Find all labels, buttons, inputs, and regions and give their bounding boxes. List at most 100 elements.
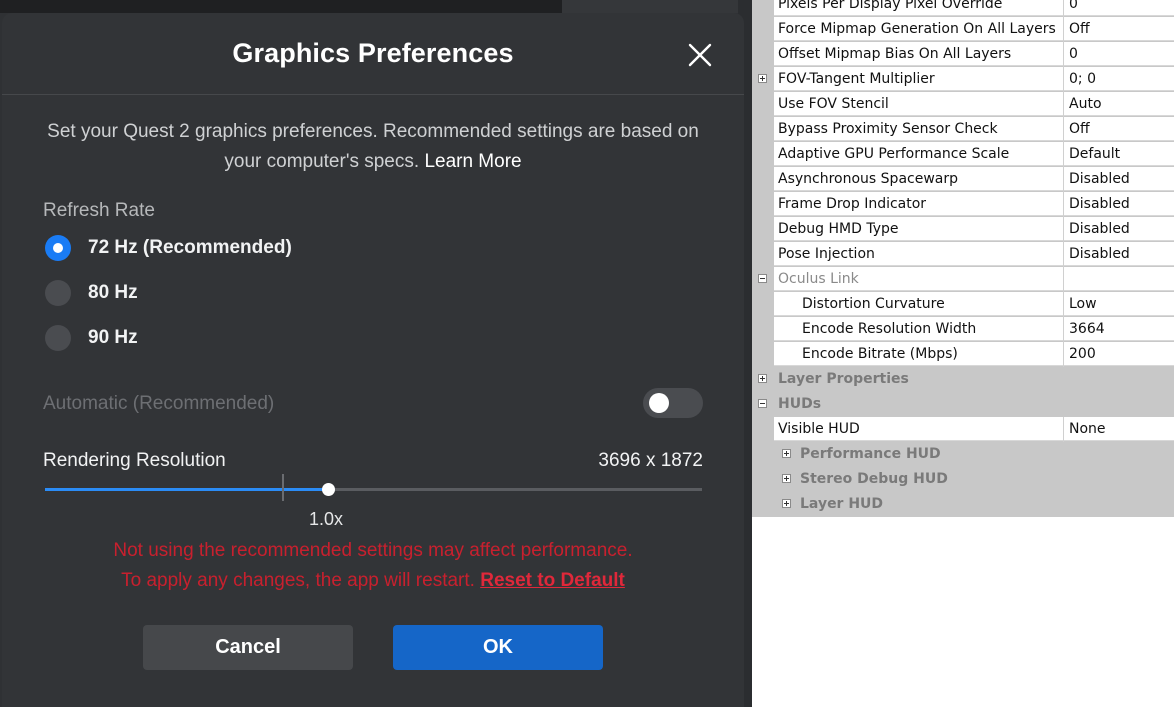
property-row[interactable]: Distortion Curvature Low [752,292,1174,317]
property-row[interactable]: Force Mipmap Generation On All Layers Off [752,17,1174,42]
property-name: Oculus Link [774,267,1063,291]
property-grid: Pixels Per Display Pixel Override 0 Force … [752,0,1174,517]
radio-button[interactable] [45,280,71,306]
property-row[interactable]: Use FOV Stencil Auto [752,92,1174,117]
rendering-resolution-value: 3696 x 1872 [598,450,703,471]
dialog-title: Graphics Preferences [232,38,514,68]
property-value[interactable]: Off [1064,17,1174,41]
property-grid-panel: Pixels Per Display Pixel Override 0 Force … [752,0,1174,707]
property-value[interactable]: Default [1064,142,1174,166]
property-value[interactable]: Auto [1064,92,1174,116]
property-row[interactable]: Pose Injection Disabled [752,242,1174,267]
slider-fill [45,488,328,491]
close-button[interactable] [684,39,716,71]
property-value[interactable]: 3664 [1064,317,1174,341]
property-name: Visible HUD [774,417,1063,441]
slider-value-label: 1.0x [309,509,344,529]
property-name: Frame Drop Indicator [774,192,1063,216]
expand-icon[interactable] [782,474,791,483]
reset-to-default-link[interactable]: Reset to Default [480,570,625,591]
expand-icon[interactable] [758,74,767,83]
property-row[interactable]: Bypass Proximity Sensor Check Off [752,117,1174,142]
property-value[interactable]: Disabled [1064,167,1174,191]
section-label: Layer Properties [778,371,909,387]
property-name: Distortion Curvature [774,292,1063,316]
property-row[interactable]: Debug HMD Type Disabled [752,217,1174,242]
property-name: Debug HMD Type [774,217,1063,241]
dialog-description: Set your Quest 2 graphics preferences. R… [42,117,704,177]
subsection-label: Performance HUD [800,446,941,462]
property-row[interactable]: Encode Bitrate (Mbps) 200 [752,342,1174,367]
property-subsection[interactable]: Layer HUD [752,492,1174,517]
slider-thumb[interactable] [322,483,335,496]
property-name: Pose Injection [774,242,1063,266]
property-name: Encode Bitrate (Mbps) [774,342,1063,366]
close-icon [688,43,712,67]
graphics-preferences-dialog: Graphics Preferences Set your Quest 2 gr… [2,13,744,707]
subsection-label: Layer HUD [800,496,884,512]
section-label: HUDs [778,396,822,412]
expand-icon[interactable] [758,374,767,383]
property-row[interactable]: Pixels Per Display Pixel Override 0 [752,0,1174,17]
property-row[interactable]: Encode Resolution Width 3664 [752,317,1174,342]
warning-text-restart: To apply any changes, the app will resta… [2,570,744,592]
property-value[interactable]: 0; 0 [1064,67,1174,91]
refresh-option-80hz[interactable]: 80 Hz [45,279,138,307]
property-subsection[interactable]: Stereo Debug HUD [752,467,1174,492]
property-row[interactable]: FOV-Tangent Multiplier 0; 0 [752,67,1174,92]
refresh-option-label: 72 Hz (Recommended) [88,237,292,258]
ok-button[interactable]: OK [393,625,603,670]
warning-text-performance: Not using the recommended settings may a… [113,540,633,561]
property-row[interactable]: Oculus Link [752,267,1174,292]
warning-restart-text: To apply any changes, the app will resta… [121,570,475,591]
property-value[interactable]: Disabled [1064,192,1174,216]
property-name: Pixels Per Display Pixel Override [774,0,1063,16]
property-value[interactable]: 0 [1064,0,1174,16]
resolution-slider[interactable] [45,474,702,511]
refresh-option-label: 80 Hz [88,282,138,303]
toggle-knob [649,393,669,413]
property-name: Adaptive GPU Performance Scale [774,142,1063,166]
property-subsection[interactable]: Performance HUD [752,442,1174,467]
property-section[interactable]: HUDs [752,392,1174,417]
property-name: Offset Mipmap Bias On All Layers [774,42,1063,66]
learn-more-link[interactable]: Learn More [424,151,521,172]
property-value[interactable]: Disabled [1064,242,1174,266]
property-value[interactable]: Disabled [1064,217,1174,241]
title-divider [2,94,744,95]
property-value[interactable] [1064,267,1174,291]
property-name: Asynchronous Spacewarp [774,167,1063,191]
refresh-rate-label: Refresh Rate [43,200,155,221]
collapse-icon[interactable] [758,274,767,283]
property-name: FOV-Tangent Multiplier [774,67,1063,91]
property-value[interactable]: 200 [1064,342,1174,366]
cancel-button[interactable]: Cancel [143,625,353,670]
property-name: Force Mipmap Generation On All Layers [774,17,1063,41]
property-name: Encode Resolution Width [774,317,1063,341]
slider-recommended-mark [282,474,284,501]
description-text: Set your Quest 2 graphics preferences. R… [47,121,699,172]
radio-button-selected[interactable] [45,235,71,261]
property-row[interactable]: Frame Drop Indicator Disabled [752,192,1174,217]
property-row-visible-hud[interactable]: Visible HUD None [752,417,1174,442]
property-row[interactable]: Asynchronous Spacewarp Disabled [752,167,1174,192]
rendering-resolution-label: Rendering Resolution [43,450,226,471]
background-toolbar [0,0,562,13]
refresh-option-90hz[interactable]: 90 Hz [45,324,138,352]
expand-icon[interactable] [782,449,791,458]
refresh-option-72hz[interactable]: 72 Hz (Recommended) [45,234,292,262]
radio-button[interactable] [45,325,71,351]
property-value[interactable]: Off [1064,117,1174,141]
collapse-icon[interactable] [758,399,767,408]
automatic-label: Automatic (Recommended) [43,393,275,414]
property-value[interactable]: 0 [1064,42,1174,66]
automatic-toggle[interactable] [643,388,703,418]
property-row[interactable]: Adaptive GPU Performance Scale Default [752,142,1174,167]
property-section[interactable]: Layer Properties [752,367,1174,392]
expand-icon[interactable] [782,499,791,508]
property-value[interactable]: Low [1064,292,1174,316]
property-row[interactable]: Offset Mipmap Bias On All Layers 0 [752,42,1174,67]
refresh-option-label: 90 Hz [88,327,138,348]
property-value[interactable]: None [1064,417,1174,441]
property-name: Bypass Proximity Sensor Check [774,117,1063,141]
